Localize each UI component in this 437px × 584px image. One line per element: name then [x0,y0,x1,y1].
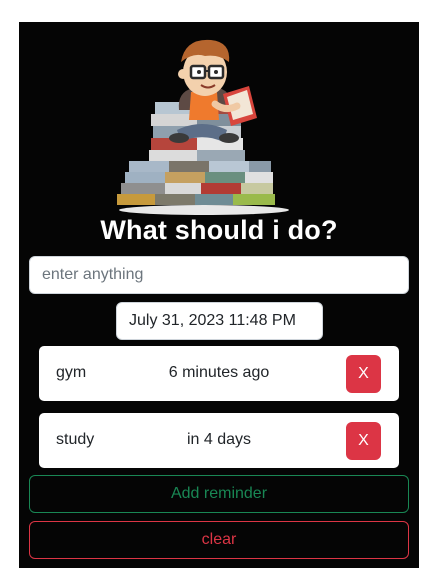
reminder-title: gym [56,364,87,381]
reminder-app: What should i do? July 31, 2023 11:48 PM… [19,22,419,568]
reminder-title: study [56,431,95,448]
task-input[interactable] [29,256,409,294]
page-title: What should i do? [100,215,338,245]
boy-reading-illustration-icon [107,32,297,216]
reminder-time: 6 minutes ago [168,364,270,381]
datetime-picker-input[interactable]: July 31, 2023 11:48 PM [116,302,323,340]
reminder-item: gym 6 minutes ago X [39,346,399,401]
reminder-item: study in 4 days X [39,413,399,468]
clear-button[interactable]: clear [29,521,409,559]
delete-reminder-button[interactable]: X [346,422,381,460]
add-reminder-button[interactable]: Add reminder [29,475,409,513]
delete-reminder-button[interactable]: X [346,355,381,393]
